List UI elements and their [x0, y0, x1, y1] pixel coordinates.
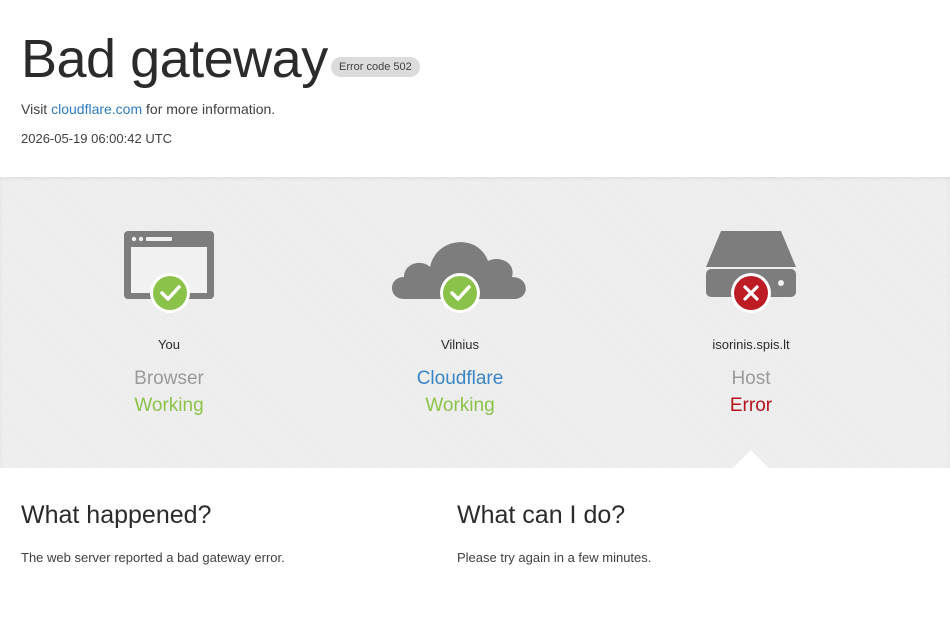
server-icon [651, 227, 851, 317]
cloudflare-link[interactable]: cloudflare.com [51, 101, 142, 117]
cloud-icon [360, 227, 560, 317]
visit-line: Visit cloudflare.com for more informatio… [21, 101, 275, 117]
status-location: You [158, 337, 180, 352]
what-can-i-do-text: Please try again in a few minutes. [457, 550, 652, 565]
status-kind: Host [731, 368, 771, 389]
check-icon [440, 273, 480, 313]
status-state: Working [134, 395, 204, 416]
header: Bad gateway Error code 502 Visit cloudfl… [0, 0, 950, 177]
status-location: isorinis.spis.lt [712, 337, 790, 352]
status-kind-link[interactable]: Cloudflare [360, 368, 560, 390]
status-state: Working [425, 395, 495, 416]
explanation-section: What happened? The web server reported a… [0, 468, 950, 626]
status-band: You Browser Working Vilnius Cloudflare W… [0, 177, 950, 468]
x-icon [731, 273, 771, 313]
status-location: Vilnius [440, 337, 480, 352]
visit-prefix: Visit [21, 101, 48, 117]
status-state: Error [729, 395, 773, 416]
status-kind: Browser [134, 368, 204, 389]
page-title: Bad gateway [21, 29, 328, 89]
timestamp: 2026-05-19 06:00:42 UTC [21, 131, 173, 146]
what-happened-text: The web server reported a bad gateway er… [21, 550, 285, 565]
what-happened-heading: What happened? [21, 501, 212, 529]
what-can-i-do-heading: What can I do? [457, 501, 626, 529]
visit-suffix: for more information. [146, 101, 276, 117]
check-icon [150, 273, 190, 313]
error-pointer [733, 450, 769, 468]
browser-icon [69, 227, 269, 317]
error-code-badge: Error code 502 [331, 57, 420, 77]
